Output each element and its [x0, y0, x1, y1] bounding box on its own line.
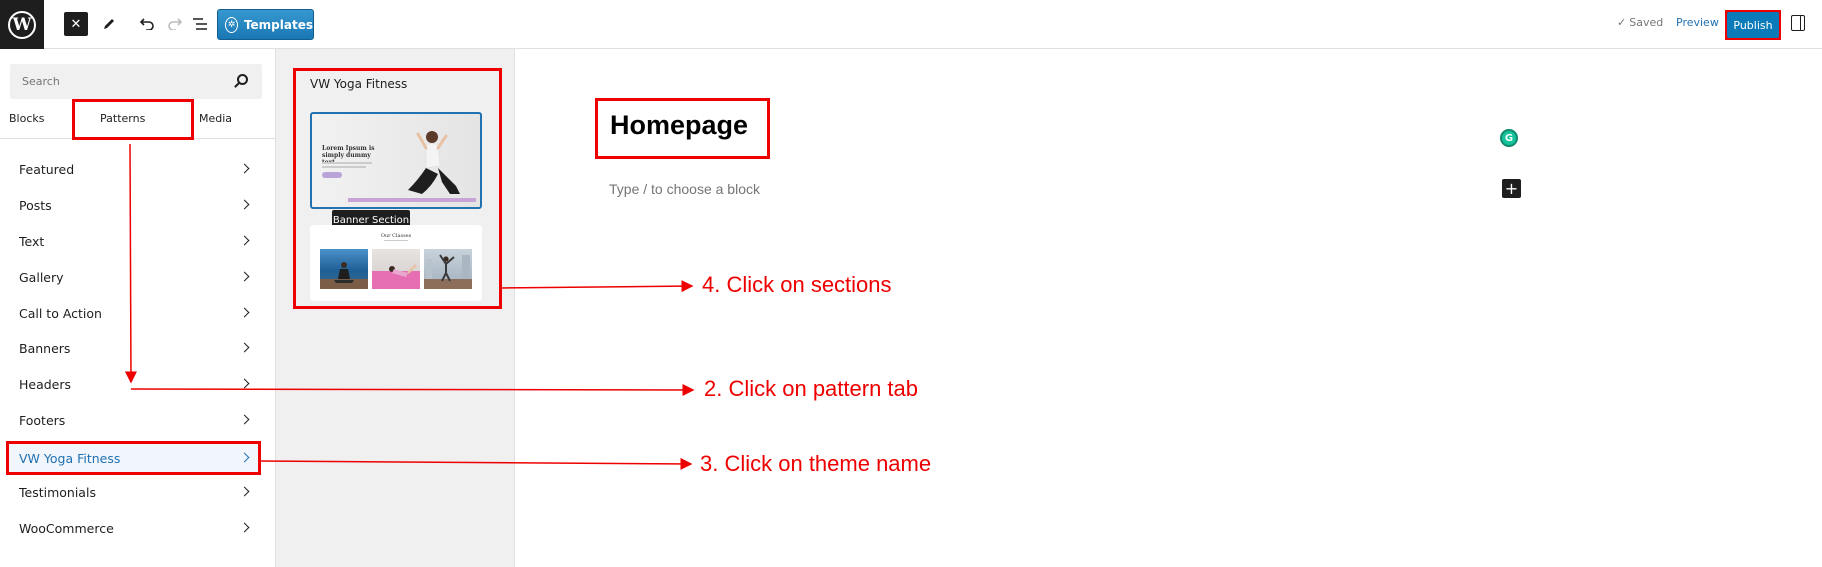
- dancer-image: [424, 254, 472, 289]
- category-headers[interactable]: Headers: [6, 368, 260, 400]
- category-label: Text: [19, 233, 45, 249]
- chevron-right-icon: [239, 414, 250, 425]
- category-label: WooCommerce: [19, 520, 114, 536]
- search-icon[interactable]: [237, 74, 248, 85]
- category-label: Banners: [19, 340, 71, 356]
- chevron-right-icon: [239, 486, 250, 497]
- category-woocommerce[interactable]: WooCommerce: [6, 512, 260, 544]
- publish-button[interactable]: Publish: [1727, 12, 1779, 38]
- banner-section-pattern[interactable]: Lorem Ipsum is simply dummy text: [310, 112, 482, 209]
- category-label: Footers: [19, 412, 66, 428]
- editor-screen: W ✕ ✲ Templates ✓ Saved Preview Publish …: [0, 0, 1822, 567]
- class-thumbnail: [372, 249, 420, 289]
- category-text[interactable]: Text: [6, 225, 260, 257]
- classes-title: Our Classes: [380, 233, 412, 239]
- chevron-right-icon: [239, 342, 250, 353]
- wordpress-logo[interactable]: W: [0, 0, 44, 49]
- chevron-right-icon: [239, 522, 250, 533]
- document-overview-button[interactable]: [188, 12, 212, 36]
- redo-icon: [168, 18, 182, 30]
- block-placeholder[interactable]: Type / to choose a block: [609, 181, 760, 197]
- text-line: [322, 162, 372, 164]
- pattern-group-title: VW Yoga Fitness: [310, 77, 408, 91]
- annotation-step3: 3. Click on theme name: [700, 451, 932, 476]
- check-icon: ✓: [1617, 16, 1627, 29]
- category-label: Headers: [19, 376, 72, 392]
- templates-label: Templates: [243, 17, 313, 32]
- tab-blocks[interactable]: Blocks: [9, 112, 44, 125]
- title-underline: [384, 240, 408, 241]
- tab-media[interactable]: Media: [199, 112, 232, 125]
- annotation-step4: 4. Click on sections: [702, 272, 892, 297]
- search-input[interactable]: [10, 64, 230, 99]
- category-label: Posts: [19, 197, 52, 213]
- search-box: [10, 64, 262, 99]
- redo-button[interactable]: [163, 12, 187, 36]
- category-gallery[interactable]: Gallery: [6, 261, 260, 293]
- chevron-right-icon: [239, 378, 250, 389]
- add-block-button[interactable]: +: [1502, 179, 1521, 198]
- theme-name-highlight-box: [6, 441, 261, 475]
- list-view-icon: [193, 18, 207, 30]
- banner-button: [322, 172, 342, 178]
- chevron-right-icon: [239, 163, 250, 174]
- saved-label: Saved: [1629, 16, 1664, 29]
- class-thumbnail: [320, 249, 368, 289]
- category-posts[interactable]: Posts: [6, 189, 260, 221]
- stretch-image: [372, 264, 420, 289]
- category-footers[interactable]: Footers: [6, 404, 260, 436]
- grammarly-icon[interactable]: G: [1500, 129, 1518, 147]
- category-label: Gallery: [19, 269, 64, 285]
- pencil-icon: [104, 19, 114, 29]
- block-inserter-panel: Blocks Patterns Media Featured Posts Tex…: [0, 49, 276, 567]
- text-line: [322, 166, 366, 168]
- meditation-image: [320, 262, 368, 289]
- templates-icon: ✲: [225, 16, 238, 33]
- undo-button[interactable]: [135, 12, 159, 36]
- chevron-right-icon: [239, 235, 250, 246]
- category-featured[interactable]: Featured: [6, 153, 260, 185]
- category-call-to-action[interactable]: Call to Action: [6, 297, 260, 329]
- top-toolbar: W ✕ ✲ Templates ✓ Saved Preview Publish: [0, 0, 1822, 49]
- category-label: Testimonials: [19, 484, 96, 500]
- chevron-right-icon: [239, 199, 250, 210]
- close-inserter-button[interactable]: ✕: [64, 12, 88, 36]
- category-banners[interactable]: Banners: [6, 332, 260, 364]
- page-title[interactable]: Homepage: [610, 110, 748, 141]
- undo-icon: [140, 18, 154, 30]
- category-label: Call to Action: [19, 305, 102, 321]
- patterns-tab-highlight-box: [72, 99, 194, 140]
- saved-status: ✓ Saved: [1617, 16, 1663, 29]
- annotation-step2: 2. Click on pattern tab: [704, 376, 919, 401]
- settings-sidebar-icon[interactable]: [1791, 15, 1805, 31]
- yoga-woman-image: [408, 131, 460, 194]
- templates-button[interactable]: ✲ Templates: [217, 9, 314, 40]
- chevron-right-icon: [239, 271, 250, 282]
- classes-section-pattern[interactable]: Our Classes: [310, 225, 482, 301]
- edit-tools-button[interactable]: [97, 12, 121, 36]
- pattern-preview-panel: VW Yoga Fitness Lorem Ipsum is simply du…: [276, 49, 515, 567]
- wordpress-icon: W: [8, 10, 36, 39]
- preview-button[interactable]: Preview: [1676, 16, 1719, 29]
- category-testimonials[interactable]: Testimonials: [6, 476, 260, 508]
- class-thumbnail: [424, 249, 472, 289]
- chevron-right-icon: [239, 307, 250, 318]
- category-label: Featured: [19, 161, 75, 177]
